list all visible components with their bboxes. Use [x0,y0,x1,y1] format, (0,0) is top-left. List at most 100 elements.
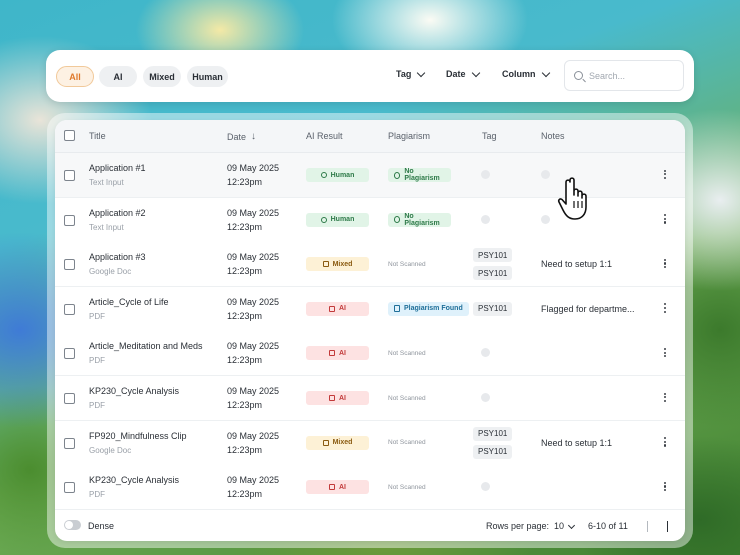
rows-per-page-label: Rows per page: [486,521,550,531]
row-time: 12:23pm [227,310,263,321]
header-date[interactable]: Date ↓ [227,131,256,142]
search-input[interactable]: Search... [564,60,684,91]
row-title[interactable]: FP920_Mindfulness Clip [89,431,187,441]
person-icon [320,216,327,223]
row-source: PDF [89,401,105,410]
ai-result-badge: AI [306,391,369,405]
row-checkbox[interactable] [64,437,75,449]
row-time: 12:23pm [227,400,263,410]
date-dropdown[interactable]: Date [446,68,480,79]
row-note[interactable]: Flagged for departme... [541,304,635,314]
row-title[interactable]: Application #3 [89,252,146,262]
rows-per-page-select[interactable]: 10 [554,521,576,531]
robot-icon [322,439,329,446]
check-circle-icon [394,216,401,224]
row-title[interactable]: Application #1 [89,163,146,173]
plagiarism-status: Not Scanned [388,349,426,357]
row-menu-button[interactable] [663,391,667,405]
empty-tag-dot [481,214,490,224]
row-checkbox[interactable] [64,348,75,360]
header-notes[interactable]: Notes [541,131,565,141]
header-tag[interactable]: Tag [482,131,497,141]
row-date: 09 May 2025 [227,207,280,218]
tag-chip[interactable]: PSY101 [473,444,513,459]
dense-label: Dense [88,521,115,531]
row-menu-button[interactable] [663,168,667,182]
table-row[interactable]: KP230_Cycle Analysis PDF 09 May 2025 12:23p… [55,465,685,511]
rows-per-page-value: 10 [554,521,565,531]
row-checkbox[interactable] [64,393,75,404]
ai-result-label: Human [330,216,355,224]
row-note[interactable]: Need to setup 1:1 [541,438,612,448]
dense-toggle[interactable] [64,520,81,530]
row-note[interactable]: Need to setup 1:1 [541,259,612,269]
header-title[interactable]: Title [89,131,106,141]
plagiarism-badge: No Plagiarism [388,168,451,182]
robot-icon [322,261,329,268]
table-row[interactable]: KP230_Cycle Analysis PDF 09 May 2025 12:23p… [55,376,685,421]
prev-page-button[interactable] [645,521,653,532]
row-date: 09 May 2025 [227,163,280,173]
row-time: 12:23pm [227,221,263,232]
next-page-button[interactable] [667,521,675,532]
row-date: 09 May 2025 [227,386,280,396]
tag-chip[interactable]: PSY101 [473,266,513,281]
header-plagiarism[interactable]: Plagiarism [388,131,430,141]
row-menu-button[interactable] [663,346,667,360]
row-menu-button[interactable] [663,436,667,450]
row-checkbox[interactable] [64,482,75,494]
ai-result-label: AI [339,483,346,491]
row-title[interactable]: KP230_Cycle Analysis [89,386,179,396]
row-menu-button[interactable] [663,257,667,271]
row-checkbox[interactable] [64,214,75,226]
arrow-down-icon: ↓ [251,131,257,142]
empty-note-dot [541,214,550,224]
check-circle-icon [394,171,401,179]
row-time: 12:23pm [227,444,263,455]
ai-result-badge: Mixed [306,435,369,450]
row-source: PDF [89,490,105,500]
search-icon [574,71,583,80]
row-checkbox[interactable] [64,259,75,271]
plagiarism-label: Plagiarism Found [404,305,463,313]
empty-tag-dot [481,170,490,179]
tag-dropdown[interactable]: Tag [396,68,426,79]
column-dropdown[interactable]: Column [502,68,550,79]
filter-pill-ai[interactable]: AI [99,66,137,87]
empty-note-dot [541,170,550,179]
row-title[interactable]: Article_Cycle of Life [89,297,169,307]
header-ai-result[interactable]: AI Result [306,131,343,141]
tag-chip[interactable]: PSY101 [473,426,513,441]
row-title[interactable]: Article_Meditation and Meds [89,341,203,351]
ai-result-label: AI [339,349,346,357]
table-header: Title Date ↓ AI Result Plagiarism Tag No… [55,120,685,153]
row-title[interactable]: KP230_Cycle Analysis [89,475,179,485]
tag-chip[interactable]: PSY101 [473,248,513,263]
row-menu-button[interactable] [663,302,667,316]
row-source: Text Input [89,178,124,187]
row-menu-button[interactable] [663,213,667,227]
select-all-checkbox[interactable] [64,130,75,141]
plagiarism-status: Not Scanned [388,483,426,491]
ai-result-label: Mixed [332,260,353,268]
row-menu-button[interactable] [663,480,667,494]
plagiarism-label: No Plagiarism [404,212,440,227]
row-checkbox[interactable] [64,170,75,181]
table-row[interactable]: Application #3 Google Doc 09 May 2025 12:23… [55,242,685,288]
row-source: PDF [89,356,105,366]
ai-result-label: Human [330,171,355,179]
filter-pill-all[interactable]: All [56,66,94,87]
row-source: Google Doc [89,267,132,277]
plagiarism-label: No Plagiarism [404,168,440,182]
table-row[interactable]: Article_Meditation and Meds PDF 09 May 202… [55,331,685,377]
filter-pill-human[interactable]: Human [187,66,228,87]
ai-result-badge: Mixed [306,257,369,272]
chevron-down-icon [567,521,576,529]
table-footer: Dense Rows per page: 10 6-10 of 11 [55,510,685,541]
table-row[interactable]: Article_Cycle of Life PDF 09 May 2025 12:23… [55,286,685,332]
tag-chip[interactable]: PSY101 [473,301,513,316]
row-checkbox[interactable] [64,303,75,315]
table-row[interactable]: FP920_Mindfulness Clip Google Doc 09 May 2… [55,420,685,466]
row-title[interactable]: Application #2 [89,208,146,218]
filter-pill-mixed[interactable]: Mixed [143,66,181,87]
